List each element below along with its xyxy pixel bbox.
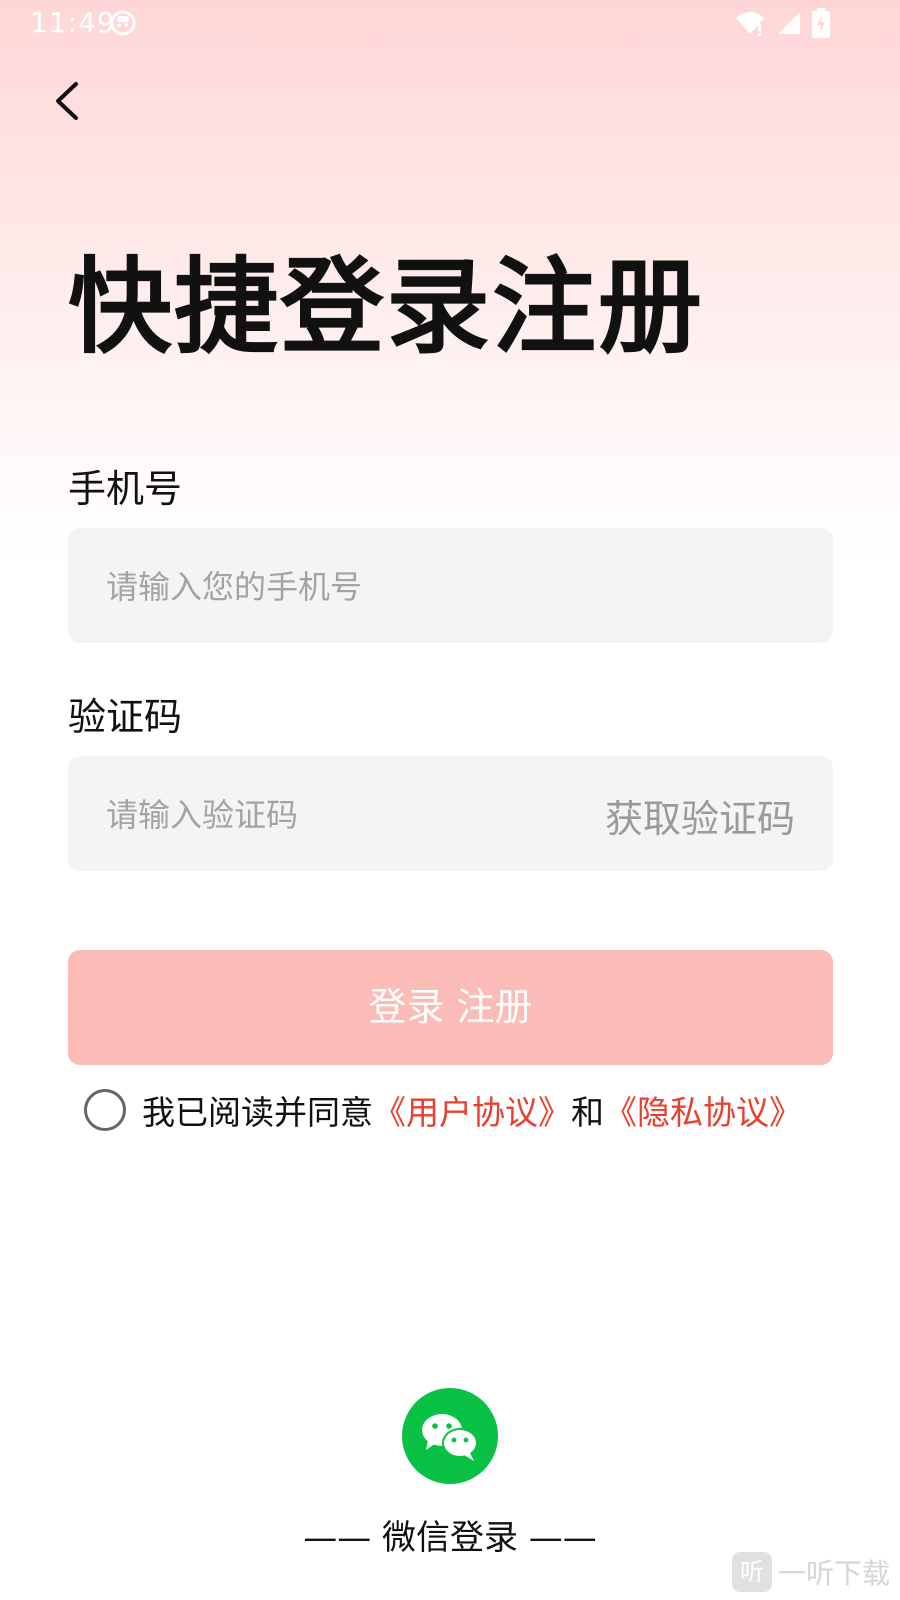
code-input[interactable] <box>104 756 568 873</box>
agreement-row: 我已阅读并同意 《用户协议》 和 《隐私协议》 <box>84 1088 802 1132</box>
status-time: 11:49 <box>30 6 116 39</box>
page-title: 快捷登录注册 <box>68 246 705 368</box>
battery-charging-icon <box>812 8 830 42</box>
phone-input[interactable] <box>104 528 798 645</box>
chevron-left-icon <box>56 82 78 120</box>
code-field-container: 获取验证码 <box>68 756 833 873</box>
watermark-logo: 听 <box>731 1552 772 1592</box>
phone-field-container <box>68 528 833 645</box>
privacy-agreement-link[interactable]: 《隐私协议》 <box>604 1086 802 1134</box>
user-agreement-link[interactable]: 《用户协议》 <box>373 1086 571 1134</box>
status-icons <box>734 8 830 42</box>
agreement-prefix: 我已阅读并同意 <box>142 1093 373 1132</box>
agree-checkbox[interactable] <box>84 1089 126 1131</box>
login-register-button[interactable]: 登录 注册 <box>68 950 833 1065</box>
face-icon <box>110 10 136 40</box>
wifi-icon <box>734 10 766 40</box>
watermark-text: 一听下载 <box>777 1557 890 1590</box>
get-code-button[interactable]: 获取验证码 <box>605 788 795 843</box>
agreement-connector: 和 <box>571 1093 604 1132</box>
wechat-icon <box>422 1414 478 1461</box>
signal-icon <box>776 10 802 40</box>
watermark: 听 一听下载 <box>731 1552 890 1592</box>
code-label: 验证码 <box>68 695 183 739</box>
status-bar: 11:49 <box>0 0 900 48</box>
wechat-login-button[interactable] <box>402 1388 498 1484</box>
phone-label: 手机号 <box>68 467 183 511</box>
back-button[interactable] <box>44 76 94 126</box>
